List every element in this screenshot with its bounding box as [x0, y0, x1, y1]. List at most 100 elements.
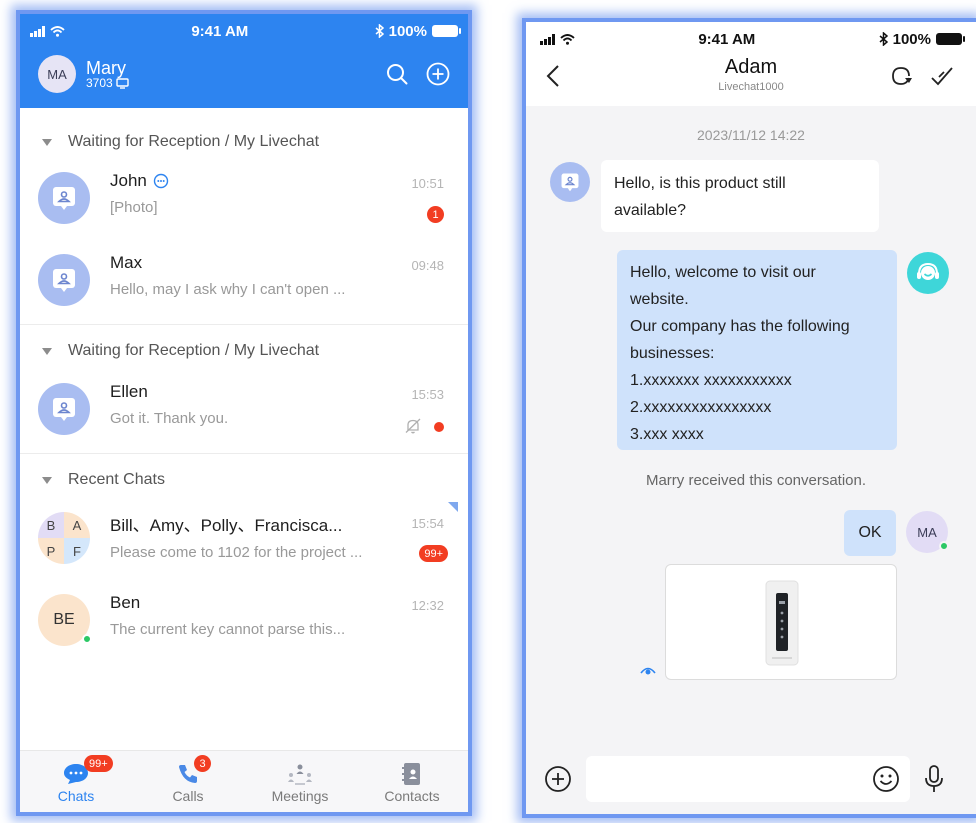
message-line: Hello, welcome to visit our [630, 264, 816, 281]
section-divider [20, 453, 468, 454]
wifi-icon [50, 25, 65, 37]
chat-preview: Please come to 1102 for the project ... [110, 544, 363, 561]
status-bar: 9:41 AM 100% [526, 22, 976, 56]
section-divider [20, 324, 468, 325]
user-extension: 3703 [86, 76, 113, 90]
agent-message[interactable]: Hello, welcome to visit our website. Our… [617, 250, 897, 450]
livechat-bubble-icon [153, 173, 169, 189]
end-chat-check-icon[interactable] [930, 64, 954, 88]
battery-icon [936, 33, 965, 45]
chat-list-screen: 9:41 AM 100% MA Mary 3703 Waiting for Re… [16, 10, 472, 816]
transfer-chat-icon[interactable] [890, 64, 914, 88]
battery-indicator: 100% [375, 22, 461, 40]
signal-icon [540, 33, 555, 45]
signal-wifi-indicator [540, 33, 575, 45]
group-avatar: B A P F [38, 512, 90, 564]
search-icon[interactable] [386, 63, 408, 85]
chat-time: 09:48 [411, 258, 444, 273]
battery-percent: 100% [388, 22, 427, 40]
battery-percent: 100% [892, 30, 931, 48]
message-input[interactable] [586, 756, 910, 802]
bluetooth-icon [375, 24, 384, 38]
chat-name: Bill、Amy、Polly、Francisca... [110, 516, 343, 535]
add-icon[interactable] [426, 62, 450, 86]
user-avatar[interactable]: MA [38, 55, 76, 93]
message-input-bar [526, 744, 976, 814]
customer-avatar [38, 383, 90, 435]
group-member-initial: A [64, 512, 90, 538]
conversation-screen: 9:41 AM 100% Adam Livechat1000 2023/11/1… [522, 18, 976, 818]
customer-avatar [550, 162, 590, 202]
chat-name: Max [110, 253, 143, 272]
chat-item-group[interactable]: B A P F Bill、Amy、Polly、Francisca... Plea… [20, 502, 468, 574]
collapse-triangle-icon [42, 347, 52, 355]
tab-badge: 99+ [84, 755, 113, 772]
user-name: Mary [86, 58, 126, 78]
battery-icon [432, 25, 461, 37]
wifi-icon [560, 33, 575, 45]
contact-avatar: BE [38, 594, 92, 646]
add-attachment-icon[interactable] [544, 765, 572, 793]
chat-name: Ellen [110, 382, 148, 401]
chat-preview: [Photo] [110, 199, 158, 216]
agent-avatar [907, 252, 949, 294]
tab-label: Calls [172, 787, 204, 804]
tab-chats[interactable]: Chats 99+ [20, 751, 132, 812]
message-line: Hello, is this product still [614, 175, 786, 192]
unread-dot [434, 422, 444, 432]
chat-item-ben[interactable]: BE Ben The current key cannot parse this… [20, 588, 468, 656]
message-line: Our company has the following [630, 318, 850, 335]
group-member-initial: B [38, 512, 64, 538]
section-header[interactable]: Waiting for Reception / My Livechat [20, 331, 468, 371]
battery-indicator: 100% [879, 30, 965, 48]
contact-card-icon [53, 398, 75, 421]
tab-meetings[interactable]: Meetings [244, 751, 356, 812]
signal-icon [30, 25, 45, 37]
message-line: 2.xxxxxxxxxxxxxxxx [630, 399, 772, 416]
contact-card-icon [561, 173, 579, 192]
message-line: available? [614, 202, 687, 219]
system-notice: Marry received this conversation. [645, 472, 867, 489]
section-title: Recent Chats [68, 471, 165, 488]
avatar-initials: BE [53, 611, 75, 628]
tab-label: Contacts [384, 787, 440, 804]
unread-badge: 1 [427, 206, 444, 223]
meeting-icon [288, 764, 312, 785]
chat-item-ellen[interactable]: Ellen Got it. Thank you. 15:53 [20, 377, 468, 445]
avatar-initials: MA [917, 524, 937, 540]
collapse-triangle-icon [42, 138, 52, 146]
group-member-initial: F [64, 538, 90, 564]
chat-time: 12:32 [411, 598, 444, 613]
chat-item-john[interactable]: John [Photo] 10:51 1 [20, 166, 468, 234]
contact-card-icon [53, 269, 75, 292]
section-header[interactable]: Waiting for Reception / My Livechat [20, 122, 468, 162]
collapse-triangle-icon [42, 476, 52, 484]
tab-label: Meetings [271, 787, 329, 804]
message-line: website. [630, 291, 689, 308]
read-receipt-eye-icon [640, 667, 656, 675]
tab-calls[interactable]: Calls 3 [132, 751, 244, 812]
emoji-icon[interactable] [872, 765, 900, 793]
chat-time: 15:53 [411, 387, 444, 402]
chat-item-max[interactable]: Max Hello, may I ask why I can't open ..… [20, 248, 468, 316]
reply-message[interactable]: OK [844, 510, 896, 556]
microphone-icon[interactable] [924, 764, 944, 794]
bluetooth-icon [879, 32, 888, 46]
message-line: 1.xxxxxxx xxxxxxxxxxx [630, 372, 792, 389]
message-line: 3.xxx xxxx [630, 426, 704, 443]
image-message[interactable] [665, 564, 897, 680]
customer-avatar [38, 254, 90, 306]
section-header[interactable]: Recent Chats [20, 460, 468, 500]
chat-preview: The current key cannot parse this... [110, 621, 346, 638]
muted-bell-icon [405, 418, 421, 434]
status-time: 9:41 AM [191, 22, 249, 40]
tab-contacts[interactable]: Contacts [356, 751, 468, 812]
chat-name: John [110, 171, 147, 190]
incoming-message[interactable]: Hello, is this product still available? [601, 160, 879, 232]
chat-name: Ben [110, 593, 141, 612]
desktop-icon [116, 77, 129, 89]
section-title: Waiting for Reception / My Livechat [68, 342, 320, 359]
chat-time: 10:51 [411, 176, 444, 191]
bottom-tab-bar: Chats 99+ Calls 3 Meetings Contacts [20, 750, 468, 812]
section-title: Waiting for Reception / My Livechat [68, 133, 320, 150]
